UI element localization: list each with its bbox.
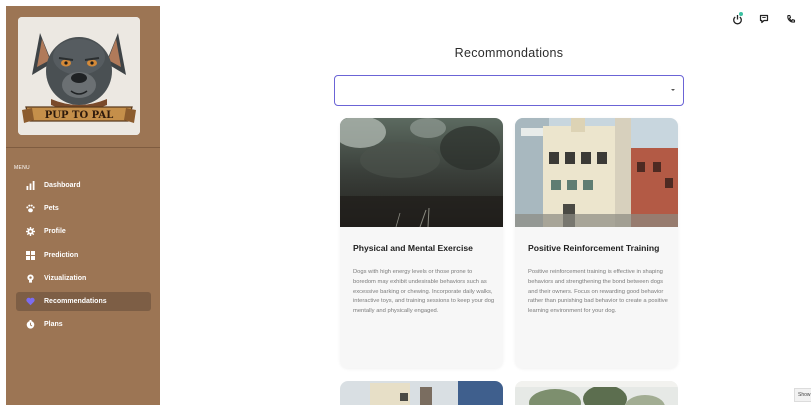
street-photo <box>515 118 678 227</box>
recommendation-select[interactable] <box>334 75 684 106</box>
heart-icon <box>26 297 35 306</box>
sidebar-item-label: Prediction <box>44 251 79 259</box>
sidebar-item-plans[interactable]: Plans <box>16 315 151 334</box>
sidebar-item-vizualization[interactable]: Vizualization <box>16 269 151 288</box>
gear-icon <box>26 227 35 237</box>
sidebar: PUP TO PAL MENU Dashboard Pets Profile P… <box>6 6 160 405</box>
status-dot <box>739 12 743 16</box>
bar-chart-icon <box>26 181 35 190</box>
card-title: Positive Reinforcement Training <box>528 243 660 253</box>
sidebar-item-profile[interactable]: Profile <box>16 222 151 241</box>
bulb-icon <box>26 274 35 283</box>
sidebar-divider <box>6 147 160 148</box>
sidebar-item-label: Plans <box>44 321 63 329</box>
sidebar-item-recommendations[interactable]: Recommendations <box>16 291 151 311</box>
grid-icon <box>26 250 35 260</box>
phone-button[interactable] <box>784 12 798 26</box>
card-description: Positive reinforcement training is effec… <box>528 269 668 315</box>
logo: PUP TO PAL <box>18 17 140 135</box>
card-title: Physical and Mental Exercise <box>353 243 473 253</box>
logo-text: PUP TO PAL <box>45 110 113 121</box>
sidebar-item-prediction[interactable]: Prediction <box>16 246 151 265</box>
chevron-down-icon <box>671 89 675 91</box>
menu-label: MENU <box>14 165 30 171</box>
sidebar-item-label: Recommendations <box>44 297 107 305</box>
exercise-photo <box>340 118 503 227</box>
recommendation-card[interactable] <box>515 381 678 405</box>
phone-icon <box>787 14 796 23</box>
sidebar-item-label: Dashboard <box>44 182 81 189</box>
sidebar-item-label: Vizualization <box>44 274 87 282</box>
paw-icon <box>26 204 35 213</box>
sidebar-item-label: Profile <box>44 228 66 236</box>
card-photo <box>515 381 678 405</box>
card-description: Dogs with high energy levels or those pr… <box>353 269 495 315</box>
recommendation-card[interactable] <box>340 381 503 405</box>
sidebar-item-dashboard[interactable]: Dashboard <box>16 176 151 195</box>
power-button[interactable] <box>730 12 744 26</box>
card-photo <box>340 381 503 405</box>
app: PUP TO PAL MENU Dashboard Pets Profile P… <box>0 0 811 405</box>
recommendation-card[interactable]: Positive Reinforcement Training Positive… <box>515 118 678 368</box>
dog-logo-icon: PUP TO PAL <box>18 17 140 135</box>
sidebar-item-label: Pets <box>44 205 59 213</box>
topbar-icons <box>730 12 811 26</box>
chat-button[interactable] <box>757 12 771 26</box>
sidebar-nav: Dashboard Pets Profile Prediction Vizual… <box>16 176 151 338</box>
show-tab[interactable]: Show <box>794 388 811 402</box>
recommendation-card[interactable]: Physical and Mental Exercise Dogs with h… <box>340 118 503 368</box>
clock-icon <box>26 320 35 329</box>
sidebar-item-pets[interactable]: Pets <box>16 199 151 218</box>
page-title: Recommondations <box>454 46 564 60</box>
chat-icon <box>759 14 769 24</box>
